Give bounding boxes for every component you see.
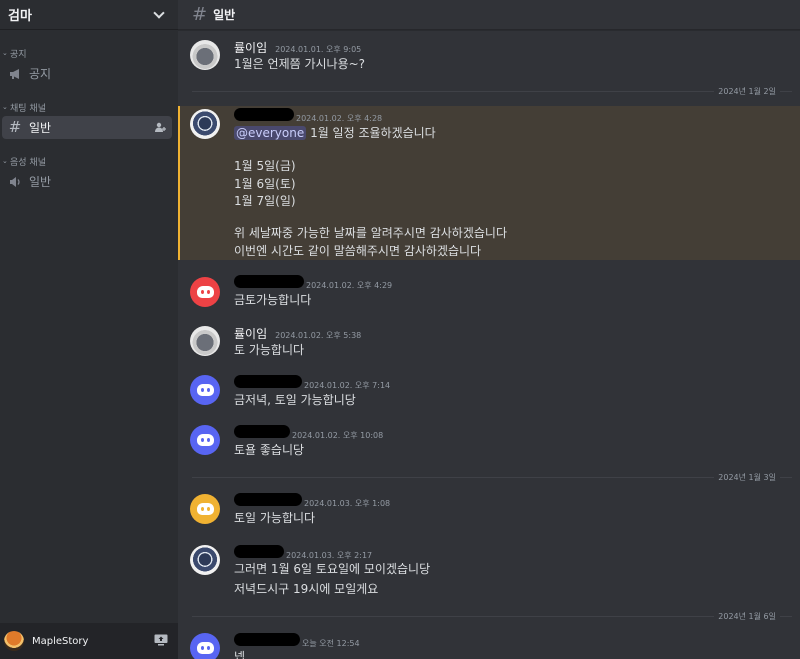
channel-label: 공지 <box>29 67 52 81</box>
category-label: 공지 <box>10 49 27 60</box>
timestamp: 오늘 오전 12:54 <box>302 639 360 648</box>
timestamp: 2024.01.02. 오후 5:38 <box>275 331 362 340</box>
timestamp: 2024.01.02. 오후 4:29 <box>306 281 393 290</box>
avatar[interactable] <box>190 109 220 139</box>
message-text: 1월은 언제쯤 가시나용~? <box>234 57 366 71</box>
discord-icon <box>196 642 214 654</box>
author-name[interactable]: 률이임 <box>234 325 267 342</box>
channel-label: 일반 <box>29 121 52 135</box>
message: 2024.01.03. 오후 2:17 그러면 1월 6일 토요일에 모이겠습니… <box>178 544 800 600</box>
category-voice-channels[interactable]: ⌄ 음성 채널 <box>2 154 178 168</box>
message-text: 그러면 1월 6일 토요일에 모이겠습니당 <box>234 562 431 576</box>
avatar[interactable] <box>190 40 220 70</box>
message: 률이임 2024.01.01. 오후 9:05 1월은 언제쯤 가시나용~? <box>178 38 800 78</box>
message-text: 토일 가능합니다 <box>234 511 316 525</box>
author-name[interactable]: 률이임 <box>234 39 267 56</box>
avatar[interactable] <box>190 545 220 575</box>
category-label: 음성 채널 <box>10 157 46 168</box>
redacted-author <box>234 108 294 121</box>
message: 2024.01.03. 오후 1:08 토일 가능합니다 <box>178 492 800 532</box>
channel-header: # 일반 <box>178 0 800 30</box>
message-text: 1월 5일(금) <box>234 159 296 173</box>
channel-label: 일반 <box>29 175 52 189</box>
message-text: 1월 6일(토) <box>234 177 296 191</box>
channel-general-text[interactable]: # 일반 <box>2 116 172 139</box>
caret-icon: ⌄ <box>2 103 8 111</box>
date-divider-label: 2024년 1월 2일 <box>714 86 780 97</box>
avatar[interactable] <box>190 494 220 524</box>
timestamp: 2024.01.02. 오후 10:08 <box>292 431 384 440</box>
chevron-down-icon[interactable] <box>154 10 164 20</box>
hash-icon: # <box>192 4 208 25</box>
date-divider: 2024년 1월 2일 <box>192 86 792 97</box>
caret-icon: ⌄ <box>2 49 8 57</box>
message-text: 1월 7일(일) <box>234 194 296 208</box>
message-text: 금토가능합니다 <box>234 293 312 307</box>
add-member-icon[interactable] <box>155 122 166 133</box>
message-highlighted: 2024.01.02. 오후 4:28 @everyone 1월 일정 조율하겠… <box>178 106 800 260</box>
category-announcements[interactable]: ⌄ 공지 <box>2 46 178 60</box>
redacted-author <box>234 425 290 438</box>
timestamp: 2024.01.02. 오후 4:28 <box>296 114 383 123</box>
everyone-mention[interactable]: @everyone <box>234 126 307 140</box>
server-name: 검마 <box>8 9 32 24</box>
message: 오늘 오전 12:54 넵 <box>178 632 800 659</box>
user-panel[interactable]: MapleStory <box>0 623 178 659</box>
caret-icon: ⌄ <box>2 157 8 165</box>
avatar[interactable] <box>190 633 220 659</box>
message-text: 위 세날짜중 가능한 날짜를 알려주시면 감사하겠습니다 <box>234 226 507 240</box>
date-divider: 2024년 1월 6일 <box>192 611 792 622</box>
user-name: MapleStory <box>32 635 89 647</box>
message-text: 토 가능합니다 <box>234 343 305 357</box>
redacted-author <box>234 633 300 646</box>
timestamp: 2024.01.03. 오후 1:08 <box>304 499 391 508</box>
avatar[interactable] <box>190 425 220 455</box>
date-divider: 2024년 1월 3일 <box>192 472 792 483</box>
megaphone-icon <box>7 66 23 82</box>
server-header[interactable]: 검마 <box>0 0 178 30</box>
message-text: 토욜 좋습니당 <box>234 443 305 457</box>
avatar[interactable] <box>190 375 220 405</box>
channel-sidebar: 검마 ⌄ 공지 공지 ⌄ 채팅 채널 # 일반 ⌄ 음성 채널 일반 Maple… <box>0 0 178 659</box>
message-text: 이번엔 시간도 같이 말씀해주시면 감사하겠습니다 <box>234 244 482 258</box>
redacted-author <box>234 493 302 506</box>
channel-announcements[interactable]: 공지 <box>2 62 172 85</box>
avatar[interactable] <box>190 326 220 356</box>
redacted-author <box>234 275 304 288</box>
message-text: @everyone 1월 일정 조율하겠습니다 <box>234 124 436 141</box>
message-text: 저녁드시구 19시에 모일게요 <box>234 582 379 596</box>
message: 2024.01.02. 오후 7:14 금저녁, 토일 가능합니당 <box>178 374 800 414</box>
timestamp: 2024.01.01. 오후 9:05 <box>275 45 362 54</box>
category-label: 채팅 채널 <box>10 103 46 114</box>
avatar[interactable] <box>190 277 220 307</box>
timestamp: 2024.01.02. 오후 7:14 <box>304 381 391 390</box>
message: 2024.01.02. 오후 4:29 금토가능합니다 <box>178 274 800 314</box>
message-text: 넵 <box>234 650 246 659</box>
channel-general-voice[interactable]: 일반 <box>2 170 172 193</box>
chat-area: # 일반 률이임 2024.01.01. 오후 9:05 1월은 언제쯤 가시나… <box>178 0 800 659</box>
message-text: 금저녁, 토일 가능합니당 <box>234 393 356 407</box>
message-text-part: 1월 일정 조율하겠습니다 <box>310 126 436 140</box>
message: 률이임 2024.01.02. 오후 5:38 토 가능합니다 <box>178 324 800 364</box>
message: 2024.01.02. 오후 10:08 토욜 좋습니당 <box>178 424 800 464</box>
screen-share-icon[interactable] <box>154 634 168 646</box>
speaker-icon <box>7 174 23 190</box>
redacted-author <box>234 375 302 388</box>
date-divider-label: 2024년 1월 3일 <box>714 472 780 483</box>
page-title: 일반 <box>213 8 236 22</box>
discord-icon <box>196 384 214 396</box>
redacted-author <box>234 545 284 558</box>
discord-icon <box>196 286 214 298</box>
avatar[interactable] <box>4 631 24 651</box>
date-divider-label: 2024년 1월 6일 <box>714 611 780 622</box>
discord-icon <box>196 503 214 515</box>
category-text-channels[interactable]: ⌄ 채팅 채널 <box>2 100 178 114</box>
discord-icon <box>196 434 214 446</box>
hash-icon: # <box>8 118 22 136</box>
